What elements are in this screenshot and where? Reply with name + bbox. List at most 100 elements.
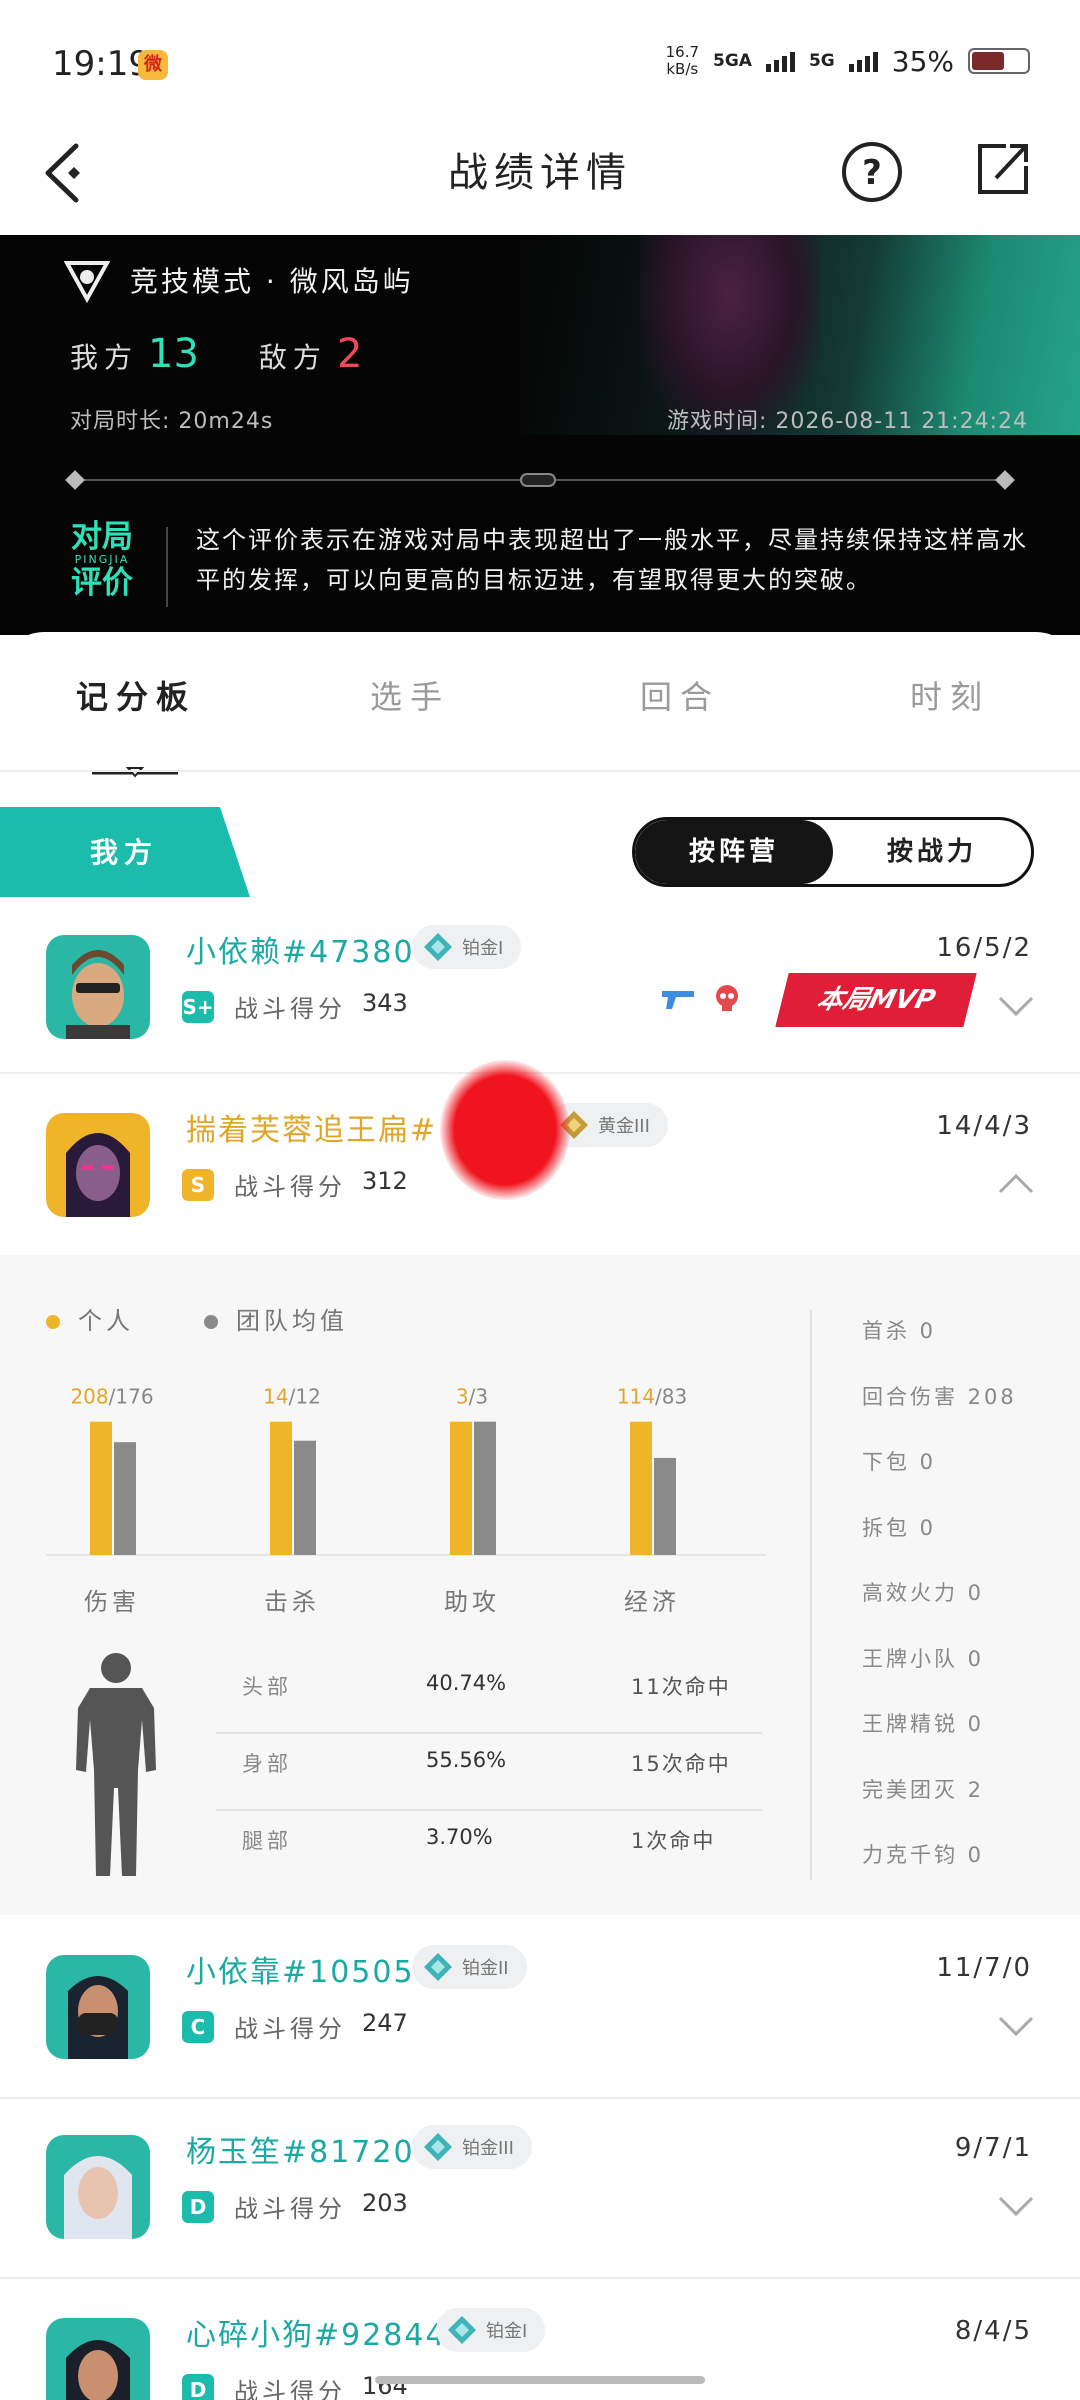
hit-part: 身部 bbox=[242, 1752, 292, 1776]
personal-value-2: 3 bbox=[456, 1385, 469, 1409]
tab-scoreboard[interactable]: 记分板 bbox=[76, 672, 196, 718]
weibo-notification-icon: 微 bbox=[138, 50, 168, 80]
bar-value-label-0: 208/176 bbox=[70, 1385, 153, 1409]
category-label-2: 助攻 bbox=[444, 1588, 500, 1616]
hit-part: 腿部 bbox=[242, 1829, 292, 1853]
kda: 8/4/5 bbox=[954, 2316, 1032, 2346]
player-row[interactable]: 心碎小狗#92844 铂金I D 战斗得分 164 8/4/5 bbox=[0, 2308, 1080, 2400]
chevron-down-icon[interactable] bbox=[998, 2195, 1034, 2217]
match-score: 我方 13 敌方 2 bbox=[70, 331, 362, 377]
timeline-start-marker bbox=[65, 470, 85, 490]
bar-team-1 bbox=[294, 1440, 316, 1555]
evaluation-tag: 对局 PINGJIA 评价 bbox=[64, 520, 140, 600]
network-speed-value: 16.7 bbox=[665, 43, 700, 61]
team-value-1: /12 bbox=[289, 1385, 321, 1409]
tab-players[interactable]: 选手 bbox=[370, 672, 450, 718]
team-value-3: /83 bbox=[655, 1385, 687, 1409]
grade-badge: D bbox=[182, 2374, 214, 2400]
game-time: 游戏时间: 2026-08-11 21:24:24 bbox=[666, 409, 1028, 434]
bar-personal-1 bbox=[270, 1421, 292, 1555]
hit-location-table: 头部 40.74% 11次命中 身部 55.56% 15次命中 腿部 3.70%… bbox=[216, 1657, 762, 1888]
player-name: 揣着芙蓉追王扁# bbox=[186, 1113, 438, 1148]
bar-personal-2 bbox=[450, 1421, 472, 1555]
bar-value-label-3: 114/83 bbox=[617, 1385, 687, 1409]
player-row[interactable]: 小依靠#10505 铂金II C 战斗得分 247 11/7/0 bbox=[0, 1945, 1080, 2135]
enemy-score: 2 bbox=[336, 331, 363, 377]
player-row[interactable]: 杨玉笙#81720 铂金III D 战斗得分 203 9/7/1 bbox=[0, 2125, 1080, 2315]
timeline-knob[interactable] bbox=[520, 473, 556, 487]
battery-icon bbox=[968, 48, 1030, 74]
side-stat-round-damage: 回合伤害 208 bbox=[862, 1384, 1017, 1409]
eval-tag-line2: 评价 bbox=[71, 565, 133, 601]
share-icon[interactable] bbox=[972, 138, 1034, 200]
eval-tag-line1: 对局 bbox=[71, 519, 133, 555]
tab-moments[interactable]: 时刻 bbox=[910, 672, 990, 718]
tab-rounds[interactable]: 回合 bbox=[640, 672, 720, 718]
side-stat-defuses: 拆包 0 bbox=[862, 1515, 937, 1540]
chevron-down-icon[interactable] bbox=[998, 2015, 1034, 2037]
player-avatar bbox=[46, 1113, 150, 1217]
weapon-icon bbox=[662, 991, 694, 1009]
legend-personal: 个人 bbox=[46, 1301, 134, 1336]
hit-percent: 55.56% bbox=[426, 1748, 507, 1772]
kda: 16/5/2 bbox=[936, 933, 1032, 963]
combat-score: 203 bbox=[362, 2189, 408, 2217]
combat-score: 343 bbox=[362, 989, 408, 1017]
enemy-team-label: 敌方 bbox=[258, 341, 327, 374]
hit-row-legs: 腿部 3.70% 1次命中 bbox=[216, 1811, 762, 1888]
side-stat-flawless: 完美团灭 2 bbox=[862, 1777, 985, 1802]
status-time: 19:19 bbox=[52, 44, 150, 84]
signal-icon-2 bbox=[848, 50, 878, 72]
hit-percent: 40.74% bbox=[426, 1671, 507, 1695]
player-name: 小依赖#47380 bbox=[186, 935, 415, 970]
evaluation-text: 这个评价表示在游戏对局中表现超出了一般水平，尽量持续保持这样高水平的发挥，可以向… bbox=[196, 526, 1028, 594]
help-icon[interactable]: ? bbox=[840, 140, 904, 204]
bar-team-0 bbox=[114, 1442, 136, 1555]
personal-value-0: 208 bbox=[70, 1385, 108, 1409]
sort-toggle: 按阵营 按战力 bbox=[632, 817, 1034, 887]
tabs-divider bbox=[0, 770, 1080, 772]
legend-team-label: 团队均值 bbox=[236, 1307, 348, 1335]
chevron-up-icon[interactable] bbox=[998, 1173, 1034, 1195]
rank-badge: 铂金II bbox=[412, 1945, 527, 1989]
hit-row-head: 头部 40.74% 11次命中 bbox=[216, 1657, 762, 1734]
player-name: 杨玉笙#81720 bbox=[186, 2135, 415, 2170]
bar-value-label-1: 14/12 bbox=[263, 1385, 321, 1409]
rank-label: 铂金I bbox=[462, 938, 504, 959]
platinum-rank-icon bbox=[448, 2316, 476, 2344]
score-label: 战斗得分 bbox=[234, 2195, 346, 2223]
match-duration: 对局时长: 20m24s bbox=[70, 409, 274, 434]
team-value-0: /176 bbox=[109, 1385, 154, 1409]
score-label: 战斗得分 bbox=[234, 2015, 346, 2043]
hit-part: 头部 bbox=[242, 1675, 292, 1699]
side-stat-plants: 下包 0 bbox=[862, 1450, 937, 1474]
bar-personal-0 bbox=[90, 1421, 112, 1555]
chevron-down-icon[interactable] bbox=[998, 995, 1034, 1017]
our-score: 13 bbox=[148, 331, 199, 377]
legend-personal-label: 个人 bbox=[78, 1307, 134, 1335]
player-name: 小依靠#10505 bbox=[186, 1955, 415, 1990]
player-detail-panel: 个人 团队均值 208/176 伤害 14/12 击杀 3/3 助攻 114/83 经济 首杀… bbox=[0, 1255, 1080, 1915]
grade-badge: C bbox=[182, 2011, 214, 2043]
hit-count: 1次命中 bbox=[631, 1829, 716, 1853]
category-label-1: 击杀 bbox=[264, 1588, 320, 1616]
rank-badge: 铂金I bbox=[436, 2308, 546, 2352]
sort-by-power-button[interactable]: 按战力 bbox=[833, 820, 1031, 884]
hit-row-body: 身部 55.56% 15次命中 bbox=[216, 1734, 762, 1811]
svg-text:?: ? bbox=[862, 153, 882, 193]
side-stat-ace-elite: 王牌精锐 0 bbox=[862, 1712, 985, 1736]
rank-label: 铂金III bbox=[462, 2138, 514, 2159]
home-indicator[interactable] bbox=[375, 2376, 705, 2384]
personal-value-3: 114 bbox=[617, 1385, 655, 1409]
category-label-0: 伤害 bbox=[84, 1588, 140, 1616]
match-mode-label: 竞技模式 · 微风岛屿 bbox=[130, 265, 414, 298]
platinum-rank-icon bbox=[424, 2133, 452, 2161]
hit-percent: 3.70% bbox=[426, 1825, 493, 1849]
hit-count: 11次命中 bbox=[631, 1675, 731, 1699]
sort-by-camp-button[interactable]: 按阵营 bbox=[635, 820, 833, 884]
team-value-2: /3 bbox=[469, 1385, 488, 1409]
personal-value-1: 14 bbox=[263, 1385, 288, 1409]
grade-badge: D bbox=[182, 2191, 214, 2223]
active-tab-indicator bbox=[92, 767, 178, 778]
mvp-badge: 本局MVP bbox=[775, 973, 977, 1027]
